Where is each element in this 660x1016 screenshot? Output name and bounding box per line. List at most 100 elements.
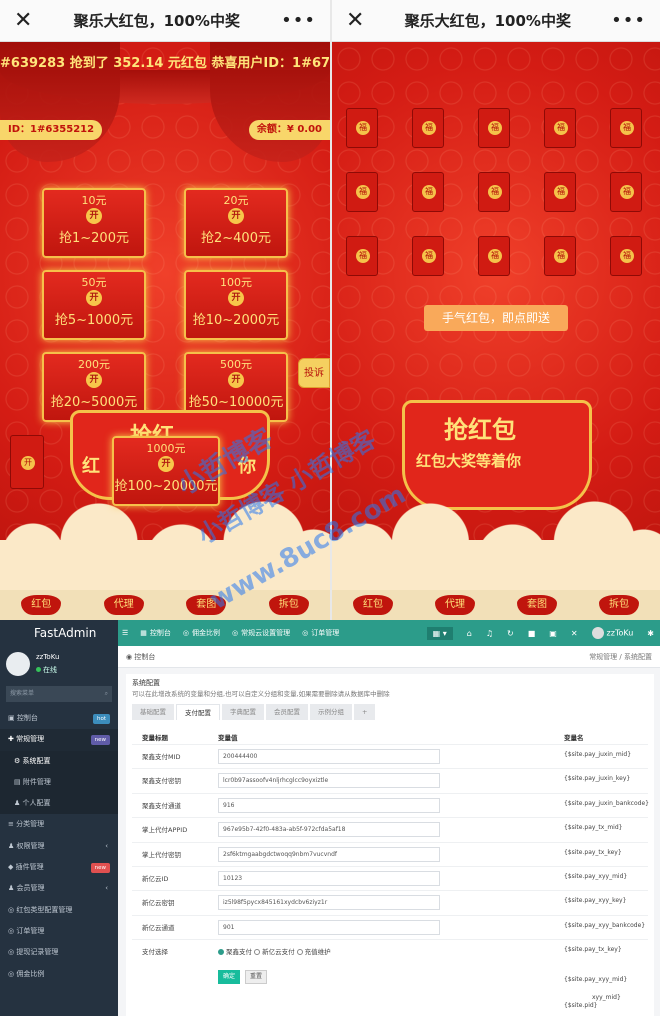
config-table: 变量标题 变量值 变量名 聚鑫支付MID 200444400 {$site.pay_… <box>132 728 649 964</box>
fu-coin-icon: 福 <box>554 121 568 135</box>
sidebar-item-commission[interactable]: ◎ 佣金比例 <box>0 964 118 985</box>
value-input[interactable]: 200444400 <box>218 749 440 764</box>
open-coin-icon: 开 <box>86 372 102 388</box>
value-input[interactable]: 916 <box>218 797 440 813</box>
value-input[interactable]: 901 <box>218 919 440 935</box>
mini-envelope[interactable]: 福 <box>346 108 378 148</box>
tab-payment[interactable]: 支付配置 <box>176 704 220 720</box>
breadcrumb-path[interactable]: 常规管理 / 系统配置 <box>589 646 652 668</box>
top-user[interactable]: zzToKu <box>591 627 633 639</box>
balance-badge: 余额：¥ 0.00 <box>248 120 330 140</box>
envelope-20[interactable]: 20元 开 抢2~400元 <box>184 188 288 258</box>
screenshot-root: ✕ 聚乐大红包，100%中奖 ••• #639283 抢到了 352.14 元红… <box>0 0 660 1016</box>
value-input[interactable]: lcr0b97assoofv4nljrhcglcc9oyxiztle <box>218 773 440 789</box>
nav-hongbao[interactable]: 红包 <box>353 595 393 615</box>
mini-envelope[interactable]: 福 <box>478 108 510 148</box>
bell-icon[interactable]: ♫ <box>486 629 493 638</box>
sidebar-item-attachments[interactable]: ▤ 附件管理 <box>0 771 118 794</box>
open-coin-icon: 开 <box>228 290 244 306</box>
tab-add[interactable]: + <box>354 704 376 720</box>
breadcrumb-current[interactable]: 控制台 <box>134 653 155 661</box>
lock-icon[interactable]: ▣ <box>549 629 557 638</box>
more-icon[interactable]: ••• <box>281 10 316 31</box>
mini-envelope[interactable]: 福 <box>610 172 642 212</box>
radio-maintenance[interactable]: 充值维护 <box>296 948 331 957</box>
value-input[interactable]: iz5l98f5pycx845161xydcbv6ziyz1r <box>218 895 440 911</box>
radio-juxin[interactable]: 聚鑫支付 <box>218 948 252 956</box>
mini-envelope[interactable]: 福 <box>346 236 378 276</box>
sidebar-item-members[interactable]: ♟ 会员管理 ‹ <box>0 878 118 899</box>
confirm-button[interactable]: 确定 <box>218 970 240 984</box>
refresh-icon[interactable]: ↻ <box>507 629 514 638</box>
nav-agent[interactable]: 代理 <box>103 595 144 615</box>
nav-open[interactable]: 拆包 <box>268 595 309 615</box>
mini-envelope[interactable]: 福 <box>544 236 576 276</box>
mini-envelope[interactable]: 福 <box>610 108 642 148</box>
nav-sets[interactable]: 套图 <box>517 595 557 615</box>
grid-menu-icon[interactable]: ▦ ▾ <box>426 626 453 640</box>
envelope-100[interactable]: 100元 开 抢10~2000元 <box>184 270 288 340</box>
mini-envelope[interactable]: 福 <box>478 172 510 212</box>
top-nav-commission[interactable]: ◎ 佣金比例 <box>183 628 220 638</box>
mini-envelope[interactable]: 福 <box>544 172 576 212</box>
value-input[interactable]: 2sf6ktmgaabgdctwoqq9nbm7vucvndf <box>218 846 440 862</box>
tab-dictionary[interactable]: 字典配置 <box>222 704 264 720</box>
brand-logo[interactable]: FastAdmin <box>0 620 118 646</box>
tab-member[interactable]: 会员配置 <box>266 704 308 720</box>
sidebar-item-auth[interactable]: ♟ 权限管理 ‹ <box>0 836 118 857</box>
row-title: 掌上代付APPID <box>142 826 188 835</box>
radio-label: 充值维护 <box>304 948 331 957</box>
mini-envelope[interactable]: 福 <box>478 236 510 276</box>
sidebar-item-profile[interactable]: ♟ 个人配置 <box>0 793 118 815</box>
sidebar-item-withdrawals[interactable]: ◎ 提现记录管理 <box>0 942 118 963</box>
menu-toggle-icon[interactable]: ☰ <box>122 629 128 637</box>
nav-open[interactable]: 拆包 <box>599 595 639 615</box>
search-icon[interactable]: ⌕ <box>105 686 108 702</box>
row-title: 掌上代付密钥 <box>142 850 181 859</box>
envelope-50[interactable]: 50元 开 抢5~1000元 <box>42 270 146 340</box>
top-nav-cloud-settings[interactable]: ◎ 常规云设置管理 <box>232 628 290 638</box>
close-icon[interactable]: ✕ <box>346 9 364 32</box>
mini-envelope[interactable]: 福 <box>412 236 444 276</box>
nav-hongbao[interactable]: 红包 <box>21 595 62 615</box>
sidebar-item-general[interactable]: ✚ 常规管理 new <box>0 729 118 751</box>
nav-agent[interactable]: 代理 <box>435 595 475 615</box>
sidebar-item-system-config[interactable]: ⚙ 系统配置 <box>0 750 118 772</box>
sidebar-item-orders[interactable]: ◎ 订单管理 <box>0 921 118 942</box>
sidebar-item-addons[interactable]: ◆ 插件管理 new <box>0 857 118 878</box>
menu-search-input[interactable]: 搜索菜单 ⌕ <box>6 686 112 702</box>
tab-basic[interactable]: 基础配置 <box>132 704 174 720</box>
mini-envelope[interactable]: 福 <box>610 236 642 276</box>
panel-description: 可以在此增改系统的变量和分组,也可以自定义分组和变量,如果需要删除请从数据库中删… <box>132 690 390 698</box>
title-bar: ✕ 聚乐大红包，100%中奖 ••• <box>332 0 660 42</box>
close-icon[interactable]: ✕ <box>14 9 32 32</box>
sidebar-item-hongbao-types[interactable]: ◎ 红包类型配置管理 <box>0 900 118 921</box>
fu-coin-icon: 福 <box>554 185 568 199</box>
lucky-hongbao-button[interactable]: 手气红包，即点即送 <box>424 305 568 331</box>
fu-coin-icon: 福 <box>356 121 370 135</box>
gears-icon[interactable]: ✱ <box>647 629 654 638</box>
mini-envelope[interactable]: 福 <box>412 172 444 212</box>
home-icon[interactable]: ⌂ <box>467 629 472 638</box>
trash-icon[interactable]: ■ <box>528 629 536 638</box>
envelope-10[interactable]: 10元 开 抢1~200元 <box>42 188 146 258</box>
fullscreen-icon[interactable]: ✕ <box>571 629 578 638</box>
mini-envelope[interactable]: 福 <box>346 172 378 212</box>
top-nav-orders[interactable]: ◎ 订单管理 <box>302 628 339 638</box>
top-nav-dashboard[interactable]: ▦ 控制台 <box>140 628 171 638</box>
form-buttons: 确定 重置 <box>218 970 267 984</box>
value-input[interactable]: 10123 <box>218 870 440 886</box>
value-input[interactable]: 967e95b7-42f0-483a-ab5f-972cfda5af18 <box>218 822 440 838</box>
row-varname: {$site.pay_tx_mid} <box>564 824 623 832</box>
mini-envelope[interactable]: 福 <box>412 108 444 148</box>
radio-xyy[interactable]: 新亿云支付 <box>254 948 295 956</box>
mini-envelope[interactable]: 福 <box>544 108 576 148</box>
sidebar-item-category[interactable]: ≡ 分类管理 <box>0 814 118 835</box>
complain-button[interactable]: 投诉 <box>298 358 330 388</box>
sidebar-item-dashboard[interactable]: ▣ 控制台 hot <box>0 708 118 729</box>
tab-example[interactable]: 示例分组 <box>310 704 352 720</box>
reset-button[interactable]: 重置 <box>245 970 267 984</box>
envelope-range: 抢10~2000元 <box>192 313 280 328</box>
more-icon[interactable]: ••• <box>611 10 646 31</box>
breadcrumb: ◉ 控制台 常规管理 / 系统配置 <box>118 646 660 668</box>
